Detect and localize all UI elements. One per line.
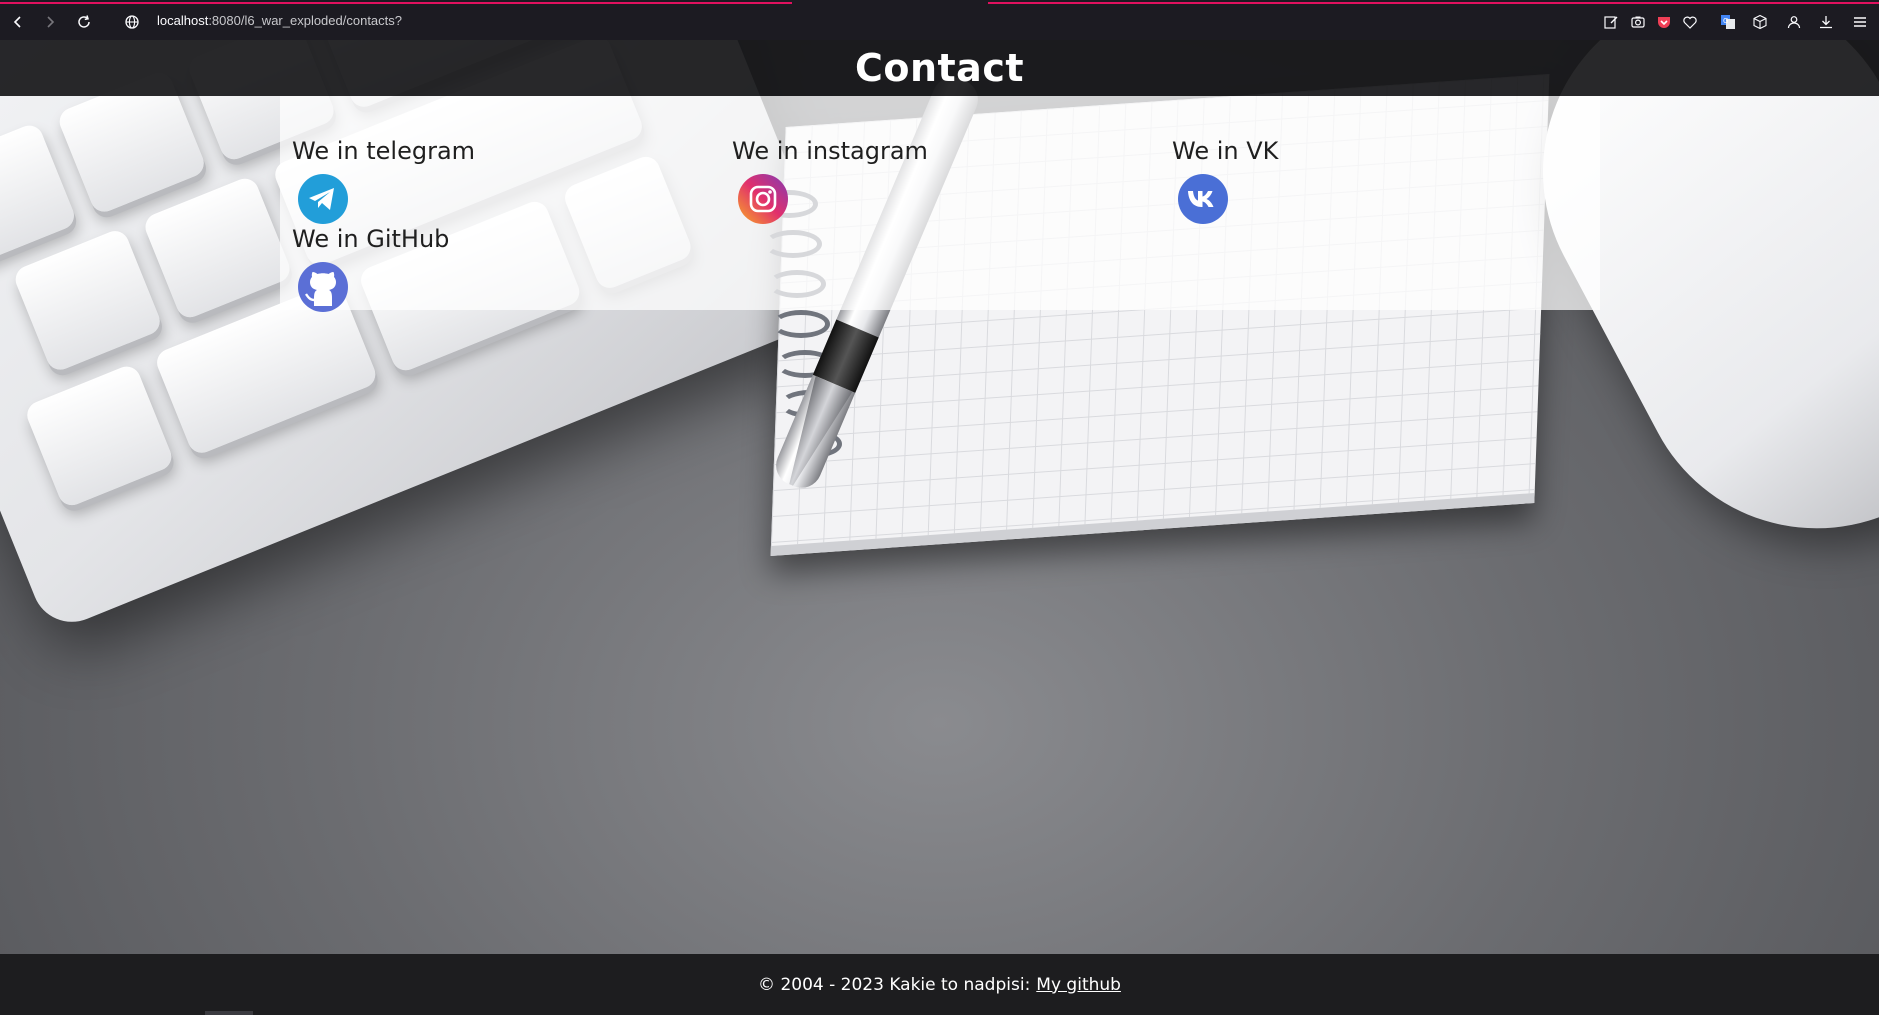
- extensions-button[interactable]: [1750, 12, 1770, 32]
- address-bar[interactable]: localhost:8080/l6_war_exploded/contacts?: [157, 13, 402, 28]
- translate-icon: G: [1721, 15, 1735, 29]
- download-icon: [1820, 16, 1832, 29]
- globe-icon: [125, 15, 139, 29]
- github-link[interactable]: [296, 260, 350, 314]
- menu-button[interactable]: [1850, 12, 1870, 32]
- page-viewport: Contact We in telegram We in instagram W…: [0, 40, 1879, 1015]
- cube-icon: [1753, 14, 1767, 30]
- contact-telegram-label: We in telegram: [292, 137, 476, 165]
- page-title: Contact: [854, 46, 1025, 90]
- site-footer: © 2004 - 2023 Kakie to nadpisi: My githu…: [0, 954, 1879, 1015]
- contact-vk-label: We in VK: [1172, 137, 1279, 165]
- horizontal-scrollbar-thumb[interactable]: [205, 1011, 253, 1015]
- translate-extension-button[interactable]: G: [1718, 12, 1738, 32]
- contact-github: We in GitHub: [292, 224, 732, 312]
- contacts-grid: We in telegram We in instagram We in VK …: [292, 136, 1588, 312]
- back-arrow-icon: [13, 16, 21, 28]
- footer-github-link[interactable]: My github: [1036, 975, 1121, 995]
- back-button[interactable]: [6, 10, 30, 34]
- heart-icon: [1683, 16, 1697, 29]
- browser-toolbar: localhost:8080/l6_war_exploded/contacts?…: [0, 0, 1879, 40]
- account-button[interactable]: [1784, 12, 1804, 32]
- telegram-link[interactable]: [296, 172, 350, 226]
- url-host: localhost: [157, 13, 209, 28]
- vk-link[interactable]: [1176, 172, 1230, 226]
- forward-arrow-icon: [47, 16, 55, 28]
- reload-button[interactable]: [72, 10, 96, 34]
- pocket-button[interactable]: [1654, 12, 1674, 32]
- camera-icon: [1631, 16, 1645, 28]
- screenshot-button[interactable]: [1628, 12, 1648, 32]
- page-load-progress-secondary: [988, 2, 1879, 4]
- svg-text:G: G: [1723, 17, 1728, 25]
- contact-instagram: We in instagram: [732, 136, 1172, 224]
- edit-icon: [1604, 16, 1618, 29]
- site-header: Contact: [0, 40, 1879, 96]
- site-info-button[interactable]: [120, 10, 144, 34]
- reload-icon: [78, 15, 90, 28]
- contact-instagram-label: We in instagram: [732, 137, 928, 165]
- contacts-panel: We in telegram We in instagram We in VK …: [280, 96, 1600, 312]
- edit-page-button[interactable]: [1601, 12, 1621, 32]
- github-icon: [298, 262, 348, 312]
- instagram-icon: [738, 174, 788, 224]
- telegram-icon: [298, 174, 348, 224]
- footer-copyright: © 2004 - 2023 Kakie to nadpisi:: [758, 974, 1031, 995]
- url-path: :8080/l6_war_exploded/contacts?: [208, 13, 403, 28]
- vk-icon: [1178, 174, 1228, 224]
- contact-github-label: We in GitHub: [292, 225, 450, 253]
- page-load-progress: [0, 2, 792, 4]
- pocket-icon: [1658, 17, 1670, 28]
- contact-vk: We in VK: [1172, 136, 1612, 224]
- favorites-button[interactable]: [1680, 12, 1700, 32]
- contact-telegram: We in telegram: [292, 136, 732, 224]
- instagram-link[interactable]: [736, 172, 790, 226]
- downloads-button[interactable]: [1816, 12, 1836, 32]
- forward-button[interactable]: [38, 10, 62, 34]
- account-icon: [1787, 16, 1801, 29]
- hamburger-menu-icon: [1854, 17, 1866, 27]
